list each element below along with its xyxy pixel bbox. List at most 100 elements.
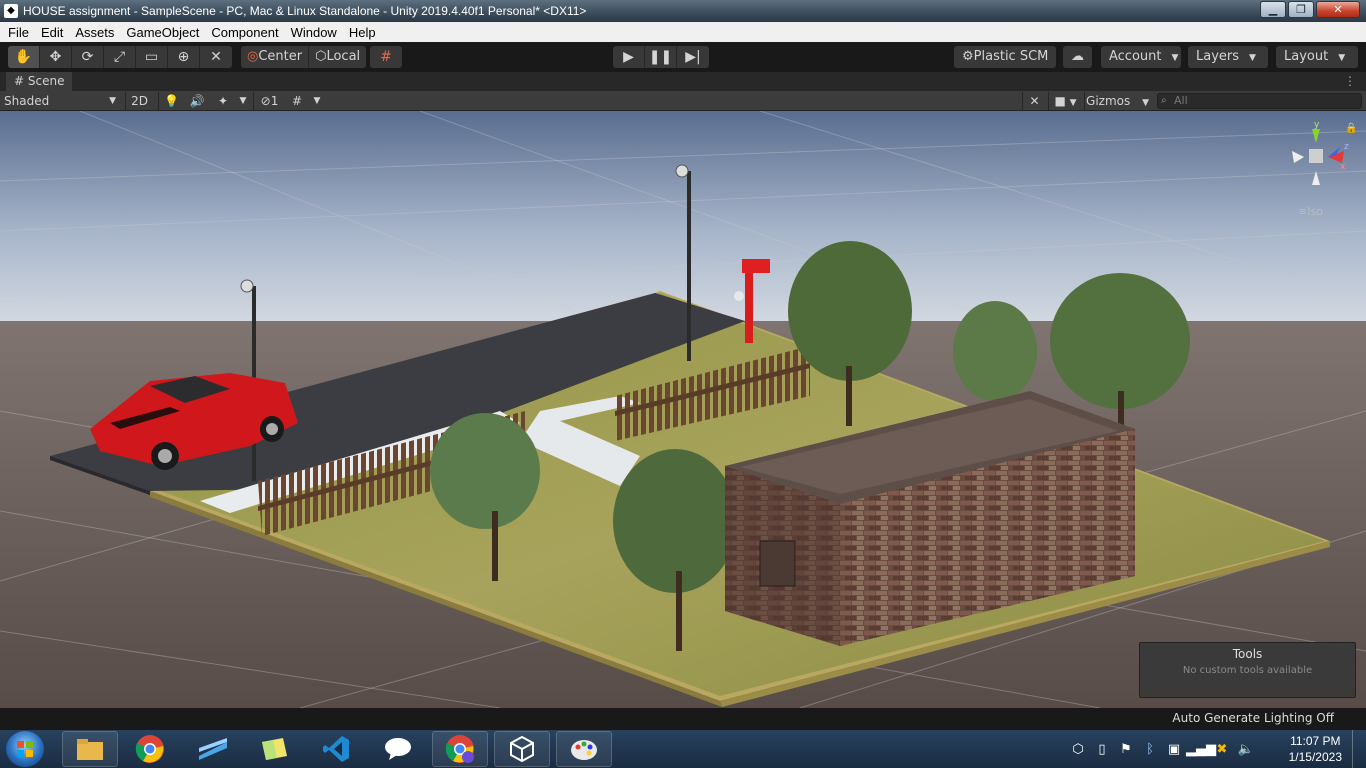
show-desktop-button[interactable]: [1352, 730, 1366, 768]
plastic-scm-button[interactable]: ⚙Plastic SCM: [954, 46, 1057, 68]
chat-bubble-icon: [385, 738, 411, 760]
projection-toggle[interactable]: ≡Iso: [1298, 205, 1323, 218]
scene-render: [0, 111, 1366, 708]
transform-tools: ✋ ✥ ⟳ ⤢ ▭ ⊕ ✕: [8, 46, 232, 68]
panel-menu-icon[interactable]: ⋮: [1344, 74, 1356, 88]
windows-logo-icon: [17, 741, 33, 757]
menu-component[interactable]: Component: [205, 25, 284, 40]
scene-search-input[interactable]: ⌕ All: [1157, 93, 1362, 109]
flag-icon[interactable]: ⚑: [1114, 742, 1138, 757]
grid-snap-icon: #: [380, 49, 392, 65]
volume-icon[interactable]: 🔈: [1234, 742, 1258, 757]
eye-slash-icon: ⊘: [260, 94, 271, 108]
audio-toggle-icon[interactable]: 🔊: [184, 92, 210, 110]
effects-toggle-icon[interactable]: ✦: [210, 92, 236, 110]
2d-toggle[interactable]: 2D: [125, 92, 153, 110]
chevron-down-icon: ▼: [109, 96, 116, 106]
tab-scene[interactable]: # Scene: [6, 72, 73, 91]
taskbar-paint[interactable]: [556, 731, 612, 767]
windows-taskbar: ⬡ ▯ ⚑ ᛒ ▣ ▂▄▆ ✖ 🔈 11:07 PM 1/15/2023: [0, 730, 1366, 768]
layers-dropdown[interactable]: Layers ▼: [1188, 46, 1268, 68]
chevron-down-icon: ▼: [1338, 53, 1346, 63]
camera-icon: ■: [1054, 94, 1066, 108]
device-icon[interactable]: ▯: [1090, 742, 1114, 757]
plastic-icon: ⚙: [962, 49, 974, 64]
taskbar-chrome[interactable]: [122, 731, 178, 767]
warning-icon[interactable]: ✖: [1210, 742, 1234, 757]
grid-dropdown-icon[interactable]: ▼: [309, 92, 325, 110]
gizmo-y-label: y: [1314, 121, 1320, 130]
taskbar-vscode[interactable]: [308, 731, 364, 767]
minimize-button[interactable]: ▁: [1260, 1, 1286, 18]
play-button[interactable]: ▶: [613, 46, 645, 68]
lighting-toggle-icon[interactable]: 💡: [158, 92, 184, 110]
main-toolbar: ✋ ✥ ⟳ ⤢ ▭ ⊕ ✕ ◎Center ⬡Local # ▶ ❚❚ ▶| ⚙…: [0, 42, 1366, 72]
maximize-button[interactable]: ❐: [1288, 1, 1314, 18]
palette-icon: [571, 740, 597, 760]
menu-gameobject[interactable]: GameObject: [120, 25, 205, 40]
menu-icon: ≡: [1298, 205, 1308, 218]
effects-dropdown-icon[interactable]: ▼: [236, 92, 250, 110]
scene-viewport[interactable]: y z x 🔒: [0, 111, 1366, 708]
cloud-button[interactable]: ☁: [1063, 46, 1092, 68]
rotate-tool-icon[interactable]: ⟳: [72, 46, 104, 68]
taskbar-app-blue[interactable]: [185, 731, 241, 767]
menu-file[interactable]: File: [2, 25, 35, 40]
bluetooth-icon[interactable]: ᛒ: [1138, 742, 1162, 757]
gizmo-x-label: x: [1340, 162, 1346, 172]
start-button[interactable]: [6, 731, 44, 767]
taskbar-file-explorer[interactable]: [62, 731, 118, 767]
pivot-center-button[interactable]: ◎Center: [241, 46, 310, 68]
tools-panel-title: Tools: [1232, 647, 1263, 661]
gizmo-z-label: z: [1344, 142, 1349, 152]
taskbar-chrome-profile[interactable]: [432, 731, 488, 767]
camera-dropdown[interactable]: ■ ▼: [1048, 92, 1082, 110]
dropbox-icon[interactable]: ⬡: [1066, 742, 1090, 757]
menu-window[interactable]: Window: [285, 25, 343, 40]
search-icon: ⌕: [1161, 95, 1167, 106]
hidden-objects-toggle[interactable]: ⊘1: [253, 92, 285, 110]
pause-button[interactable]: ❚❚: [645, 46, 677, 68]
chrome-icon: [135, 735, 164, 763]
taskbar-sticky-notes[interactable]: [246, 731, 302, 767]
custom-tool-icon[interactable]: ✕: [200, 46, 232, 68]
notes-icon: [262, 738, 287, 760]
hand-tool-icon[interactable]: ✋: [8, 46, 40, 68]
folder-icon: [77, 739, 103, 760]
lock-icon[interactable]: 🔒: [1345, 123, 1357, 134]
grid-toggle-icon[interactable]: #: [285, 92, 309, 110]
rect-tool-icon[interactable]: ▭: [136, 46, 168, 68]
display-icon[interactable]: ▣: [1162, 742, 1186, 757]
menu-assets[interactable]: Assets: [69, 25, 120, 40]
network-signal-icon[interactable]: ▂▄▆: [1186, 742, 1216, 757]
gizmos-dropdown[interactable]: Gizmos ▼: [1084, 92, 1150, 110]
tools-overlay-panel: Tools No custom tools available: [1139, 642, 1356, 698]
pivot-icon: ◎: [247, 49, 259, 64]
app-icon: [199, 738, 227, 760]
orientation-gizmo[interactable]: y z x: [1288, 121, 1352, 201]
window-titlebar: ◆ HOUSE assignment - SampleScene - PC, M…: [0, 0, 1366, 22]
tools-toggle-icon[interactable]: ✕: [1022, 92, 1046, 110]
taskbar-clock[interactable]: 11:07 PM 1/15/2023: [1289, 733, 1342, 765]
lighting-status[interactable]: Auto Generate Lighting Off: [1172, 711, 1334, 725]
taskbar-chat[interactable]: [370, 731, 426, 767]
shading-mode-dropdown[interactable]: Shaded ▼: [4, 92, 120, 110]
scene-tab-bar: # Scene ⋮: [0, 72, 1366, 91]
pivot-toggles: ◎Center ⬡Local: [241, 46, 367, 68]
layout-dropdown[interactable]: Layout ▼: [1276, 46, 1358, 68]
cloud-icon: ☁: [1071, 49, 1084, 64]
pivot-local-button[interactable]: ⬡Local: [309, 46, 366, 68]
taskbar-unity[interactable]: [494, 731, 550, 767]
scene-toolbar: Shaded ▼ 2D 💡 🔊 ✦ ▼ ⊘1 # ▼ ✕ ■ ▼ Gizmos …: [0, 91, 1366, 111]
menu-help[interactable]: Help: [343, 25, 382, 40]
chevron-down-icon: ▼: [1249, 53, 1256, 63]
move-tool-icon[interactable]: ✥: [40, 46, 72, 68]
grid-snap-toggle[interactable]: #: [370, 46, 402, 68]
account-dropdown[interactable]: Account ▼: [1101, 46, 1181, 68]
scale-tool-icon[interactable]: ⤢: [104, 46, 136, 68]
close-button[interactable]: ✕: [1316, 1, 1360, 18]
menu-edit[interactable]: Edit: [35, 25, 69, 40]
vscode-icon: [323, 736, 349, 762]
transform-tool-icon[interactable]: ⊕: [168, 46, 200, 68]
step-button[interactable]: ▶|: [677, 46, 709, 68]
